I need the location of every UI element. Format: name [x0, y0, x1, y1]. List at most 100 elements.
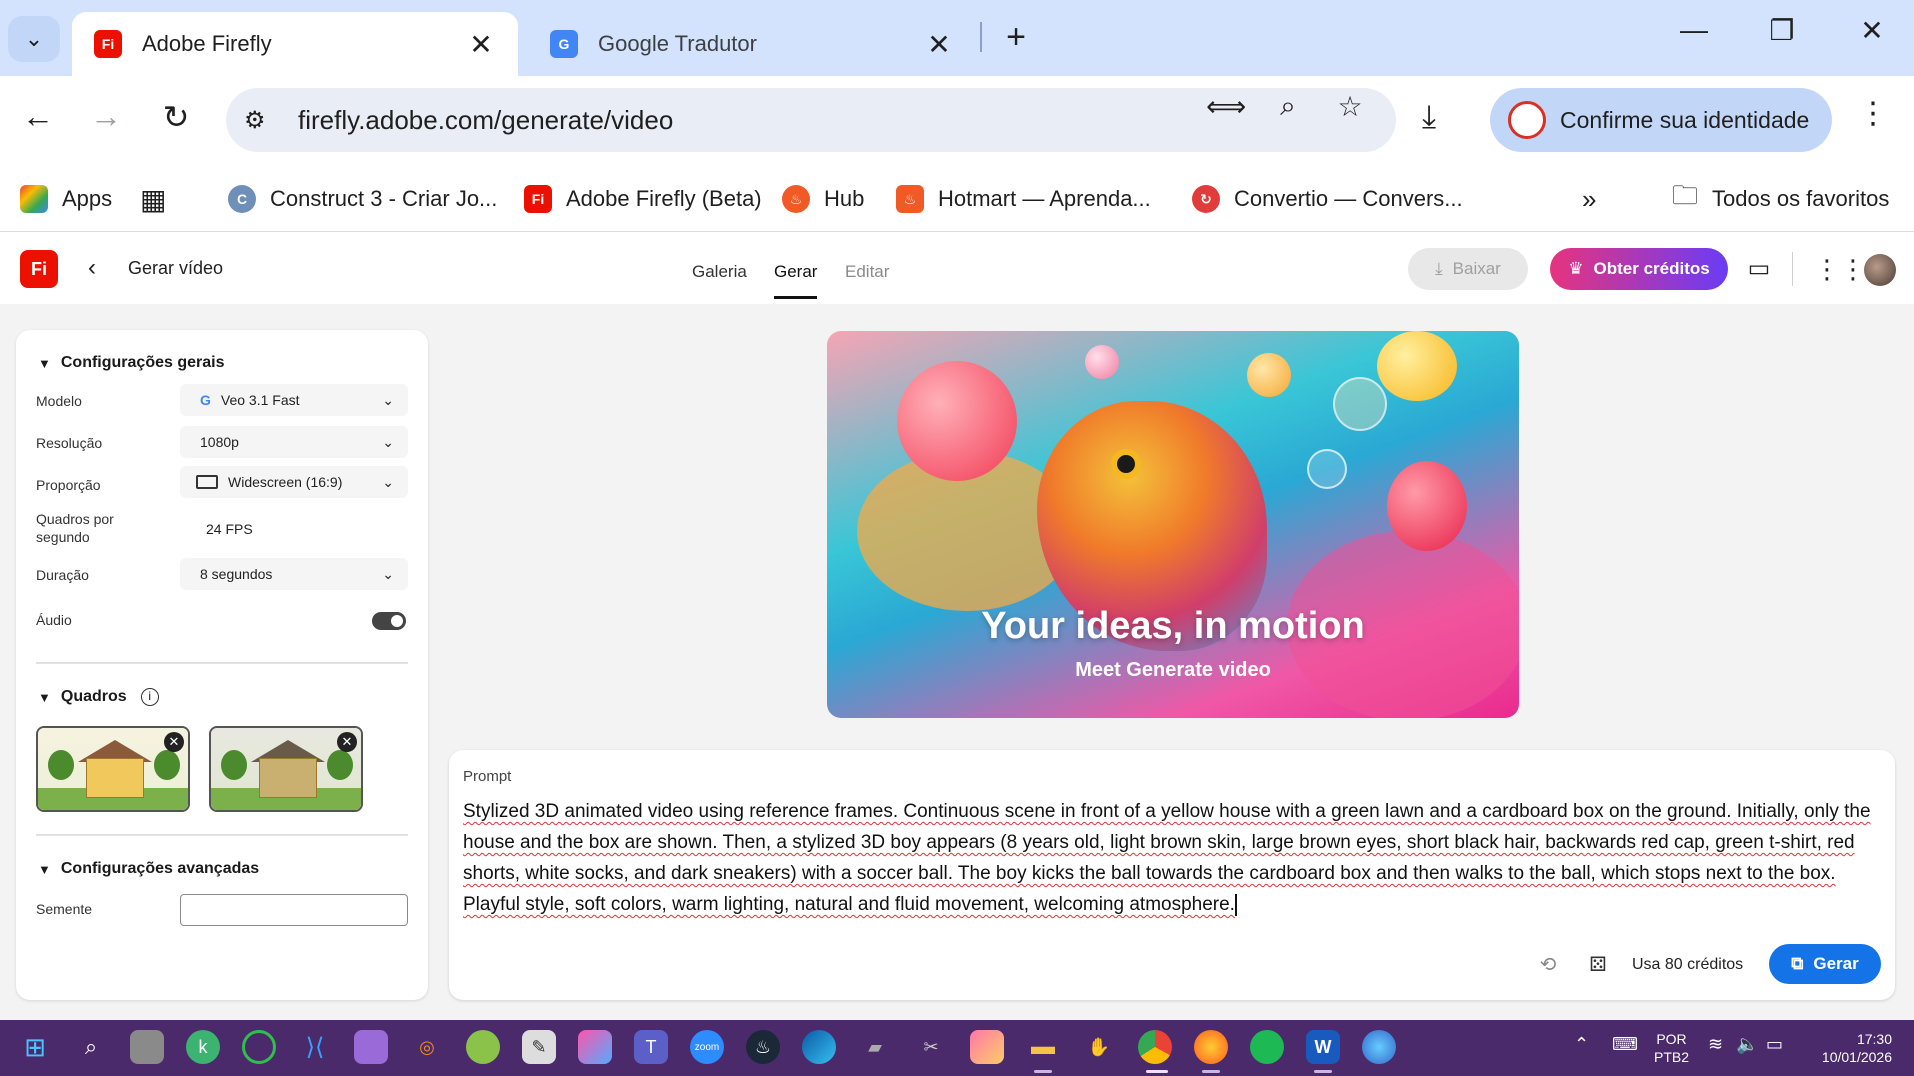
more-bookmarks-icon[interactable]: » [1582, 180, 1596, 218]
app-ring-icon[interactable] [242, 1030, 276, 1064]
info-icon[interactable]: i [140, 688, 159, 706]
volume-icon[interactable]: 🔈 [1736, 1034, 1758, 1055]
bookmark-convertio[interactable]: ↻ Convertio — Convers... [1192, 180, 1463, 218]
chevron-down-icon: ⌄ [24, 26, 44, 51]
apps-grid-icon[interactable]: ⋮⋮⋮ [1814, 254, 1892, 285]
forward-icon[interactable]: → [82, 98, 130, 135]
model-select[interactable]: G Veo 3.1 Fast ⌄ [180, 384, 408, 416]
site-settings-icon[interactable]: ⚙ [244, 106, 284, 135]
chrome-icon[interactable] [1138, 1030, 1172, 1064]
download-icon[interactable]: ⤓ [1422, 98, 1436, 136]
reload-icon[interactable]: ↻ [152, 98, 200, 136]
google-g-icon: G [200, 392, 211, 408]
file-explorer-icon[interactable]: ▬ [1026, 1030, 1060, 1064]
tab-adobe-firefly[interactable]: Fi Adobe Firefly ✕ [72, 12, 518, 76]
tab-search-button[interactable]: ⌄ [8, 16, 60, 62]
tab-strip: ⌄ Fi Adobe Firefly ✕ G Google Tradutor ✕… [0, 0, 1914, 76]
battery-icon[interactable]: ▭ [1766, 1034, 1783, 1055]
blender-icon[interactable]: ◎ [410, 1030, 444, 1064]
app-k-icon[interactable]: k [186, 1030, 220, 1064]
frames-header[interactable]: ▼ Quadros i [38, 688, 159, 706]
restore-icon[interactable]: ❐ [1758, 14, 1806, 47]
translate-icon[interactable]: ⟺ [1206, 90, 1246, 123]
feedback-icon[interactable]: ▭ [1744, 254, 1774, 283]
frame-thumbnail-start[interactable]: ✕ [36, 726, 190, 812]
zoom-icon[interactable]: ⌕ [1268, 90, 1308, 123]
firefly-logo[interactable]: Fi [20, 250, 58, 288]
bookmark-construct[interactable]: C Construct 3 - Criar Jo... [228, 180, 497, 218]
windows-start-icon[interactable]: ⊞ [18, 1030, 52, 1064]
aspect-select[interactable]: Widescreen (16:9) ⌄ [180, 466, 408, 498]
download-button[interactable]: ⤓ Baixar [1408, 248, 1528, 290]
bookmark-hub[interactable]: ♨ Hub [782, 180, 864, 218]
dice-icon[interactable]: ⚄ [1585, 952, 1611, 977]
bookmark-firefly[interactable]: Fi Adobe Firefly (Beta) [524, 180, 762, 218]
resolution-value: 1080p [200, 434, 239, 450]
new-tab-button[interactable]: + [996, 18, 1036, 57]
bookmark-hotmart[interactable]: ♨ Hotmart — Aprenda... [896, 180, 1151, 218]
grid-icon[interactable]: ▦ [140, 180, 166, 218]
close-tab-icon[interactable]: ✕ [466, 28, 496, 61]
bookmark-all-favorites[interactable]: 🗀 Todos os favoritos [1672, 180, 1889, 218]
word-icon[interactable]: W [1306, 1030, 1340, 1064]
chevron-left-icon[interactable]: ‹ [88, 254, 96, 282]
advanced-settings-header[interactable]: ▼ Configurações avançadas [38, 860, 259, 878]
history-icon[interactable]: ⟲ [1535, 952, 1561, 977]
section-divider [36, 834, 408, 836]
app-tool-icon[interactable]: ✂ [914, 1030, 948, 1064]
close-tab-icon[interactable]: ✕ [924, 28, 954, 61]
bookmark-apps[interactable]: Apps [20, 180, 112, 218]
app-gradient-icon[interactable] [578, 1030, 612, 1064]
app-hand-icon[interactable]: ✋ [1082, 1030, 1116, 1064]
general-settings-header[interactable]: ▼ Configurações gerais [38, 354, 224, 372]
android-icon[interactable] [466, 1030, 500, 1064]
spotify-icon[interactable] [1250, 1030, 1284, 1064]
house-shape [86, 758, 144, 798]
seed-input[interactable] [180, 894, 408, 926]
edge-icon[interactable] [802, 1030, 836, 1064]
profile-button[interactable]: Confirme sua identidade [1490, 88, 1832, 152]
back-icon[interactable]: ← [14, 98, 62, 135]
aspect-label: Proporção [36, 477, 101, 493]
resolution-select[interactable]: 1080p ⌄ [180, 426, 408, 458]
close-window-icon[interactable]: ✕ [1848, 14, 1896, 47]
vscode-icon[interactable]: ⟩⟨ [298, 1030, 332, 1064]
task-view-icon[interactable] [130, 1030, 164, 1064]
app-photos-icon[interactable] [970, 1030, 1004, 1064]
get-credits-button[interactable]: ♛ Obter créditos [1550, 248, 1728, 290]
teams-icon[interactable]: T [634, 1030, 668, 1064]
chevron-up-icon[interactable]: ⌃ [1574, 1034, 1589, 1055]
app-purple-icon[interactable] [354, 1030, 388, 1064]
language-indicator[interactable]: POR PTB2 [1654, 1030, 1689, 1066]
menu-kebab-icon[interactable]: ⋮ [1858, 96, 1888, 131]
tab-galeria[interactable]: Galeria [692, 262, 747, 282]
search-icon[interactable]: ⌕ [74, 1030, 108, 1064]
bookmark-star-icon[interactable]: ☆ [1330, 90, 1370, 123]
tab-gerar[interactable]: Gerar [774, 262, 818, 299]
prompt-textarea[interactable]: Stylized 3D animated video using referen… [463, 796, 1883, 920]
app-gray-icon[interactable]: ▰ [858, 1030, 892, 1064]
remove-frame-icon[interactable]: ✕ [337, 732, 357, 752]
prompt-card: Prompt Stylized 3D animated video using … [449, 750, 1895, 1000]
chevron-down-icon: ⌄ [382, 433, 394, 450]
tree-shape [221, 750, 247, 780]
firefox-icon[interactable] [1194, 1030, 1228, 1064]
zoom-icon[interactable]: zoom [690, 1030, 724, 1064]
inkscape-icon[interactable]: ✎ [522, 1030, 556, 1064]
duration-select[interactable]: 8 segundos ⌄ [180, 558, 408, 590]
firefly-header: Fi ‹ Gerar vídeo Galeria Gerar Editar ⤓ … [0, 232, 1914, 304]
app-globe-icon[interactable] [1362, 1030, 1396, 1064]
remove-frame-icon[interactable]: ✕ [164, 732, 184, 752]
audio-toggle[interactable] [372, 612, 406, 630]
avatar[interactable] [1864, 254, 1896, 286]
system-clock[interactable]: 17:30 10/01/2026 [1812, 1030, 1892, 1066]
wifi-icon[interactable]: ≋ [1708, 1034, 1723, 1055]
tab-google-tradutor[interactable]: G Google Tradutor ✕ [528, 12, 976, 76]
steam-icon[interactable]: ♨ [746, 1030, 780, 1064]
generate-button[interactable]: ⧉ Gerar [1769, 944, 1881, 984]
frame-thumbnail-end[interactable]: ✕ [209, 726, 363, 812]
chevron-down-icon: ▼ [38, 689, 51, 705]
keyboard-icon[interactable]: ⌨ [1612, 1034, 1638, 1055]
minimize-icon[interactable]: — [1670, 14, 1718, 46]
tab-editar[interactable]: Editar [845, 262, 889, 282]
